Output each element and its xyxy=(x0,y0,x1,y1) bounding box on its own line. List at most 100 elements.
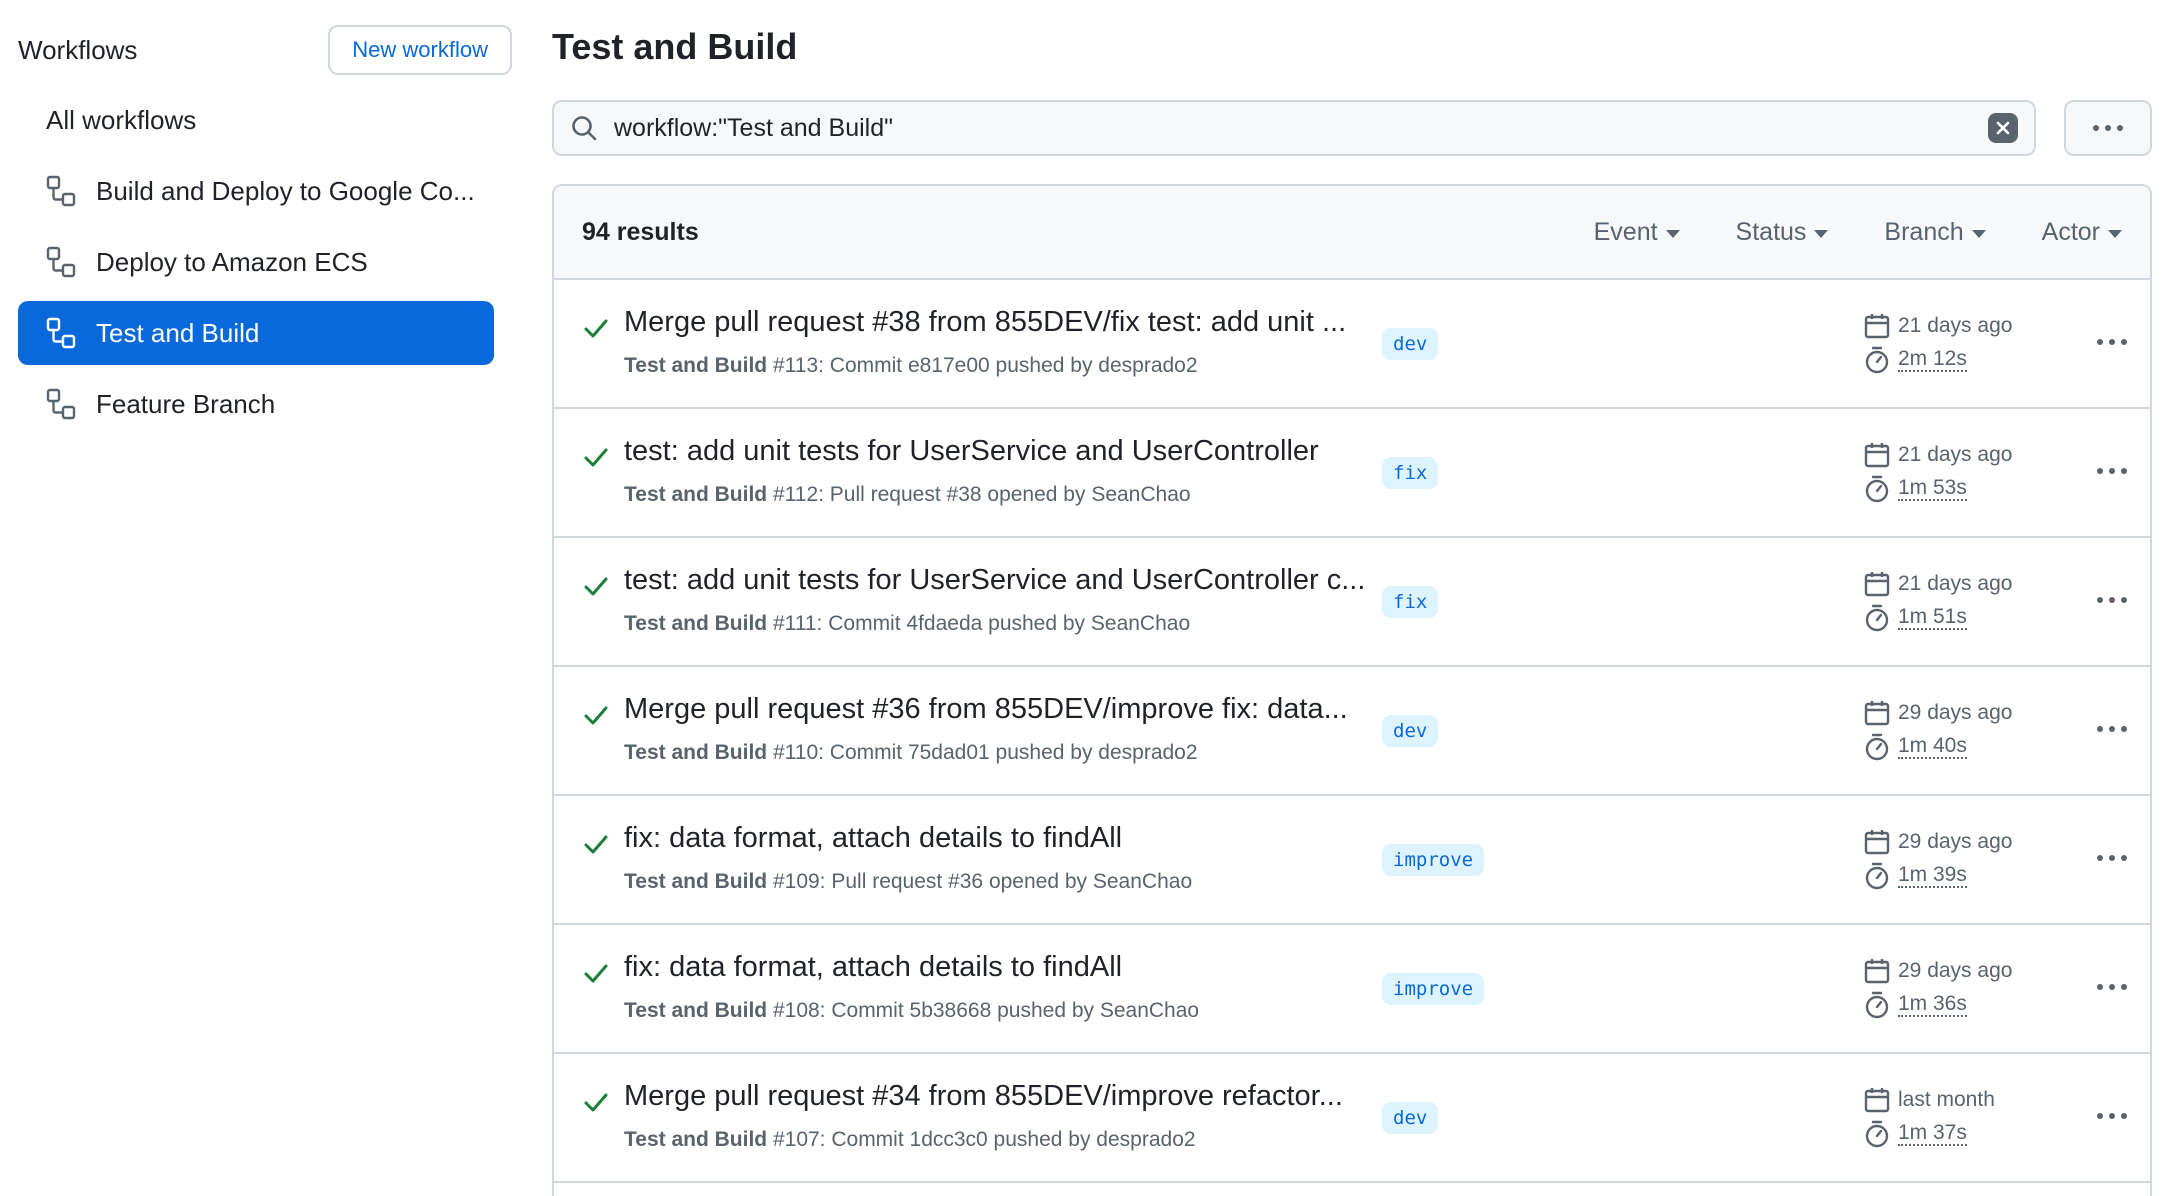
run-title-link[interactable]: Merge pull request #34 from 855DEV/impro… xyxy=(624,1080,1343,1113)
caret-down-icon xyxy=(1814,229,1829,238)
calendar-icon xyxy=(1864,701,1890,726)
run-date-text: 21 days ago xyxy=(1898,572,2013,595)
run-detail: #111: Commit 4fdaeda pushed by SeanChao xyxy=(767,612,1191,635)
clear-search-button[interactable] xyxy=(1988,113,2018,143)
run-date-text: 21 days ago xyxy=(1898,443,2013,466)
workflow-run-row[interactable]: Merge pull request #34 from 855DEV/impro… xyxy=(554,1054,2150,1183)
sidebar-item-label: All workflows xyxy=(46,104,197,135)
workflow-run-row[interactable]: Merge pull request #36 from 855DEV/impro… xyxy=(554,667,2150,796)
sidebar-item-build-deploy-google[interactable]: Build and Deploy to Google Co... xyxy=(18,159,494,223)
branch-label[interactable]: dev xyxy=(1382,328,1439,360)
stopwatch-icon xyxy=(1865,1120,1889,1148)
branch-label[interactable]: dev xyxy=(1382,715,1439,747)
branch-label[interactable]: improve xyxy=(1382,973,1485,1005)
workflow-icon xyxy=(46,175,76,207)
run-date: 29 days ago xyxy=(1864,957,2012,985)
kebab-horizontal-icon[interactable] xyxy=(2094,1104,2130,1128)
run-title-link[interactable]: test: add unit tests for UserService and… xyxy=(624,435,1319,468)
workflow-list: All workflows Build and Deploy to Google… xyxy=(18,88,496,436)
filter-event[interactable]: Event xyxy=(1594,218,1680,247)
workflows-sidebar: Workflows New workflow All workflows Bui… xyxy=(18,24,512,443)
check-icon xyxy=(584,1093,608,1112)
workflow-run-row[interactable]: test: add unit tests for UserService and… xyxy=(554,538,2150,667)
kebab-horizontal-icon xyxy=(2093,125,2123,131)
run-date: 21 days ago xyxy=(1864,570,2012,598)
filter-label: Branch xyxy=(1884,217,1964,246)
run-detail: #107: Commit 1dcc3c0 pushed by desprado2 xyxy=(767,1128,1196,1151)
run-date-text: last month xyxy=(1898,1088,1995,1111)
check-icon xyxy=(584,448,608,467)
kebab-horizontal-icon[interactable] xyxy=(2094,588,2130,612)
workflow-run-row[interactable]: test: add unit tests for UserService and… xyxy=(554,409,2150,538)
workflow-run-row[interactable]: Merge pull request #38 from 855DEV/fix t… xyxy=(554,280,2150,409)
workflow-icon xyxy=(46,246,76,278)
filter-branch[interactable]: Branch xyxy=(1884,217,1986,247)
branch-label[interactable]: fix xyxy=(1382,457,1439,489)
run-date: 21 days ago xyxy=(1864,441,2012,469)
run-date-text: 29 days ago xyxy=(1898,959,2013,982)
run-title-link[interactable]: Merge pull request #36 from 855DEV/impro… xyxy=(624,693,1348,726)
sidebar-item-label: Test and Build xyxy=(96,317,260,348)
sidebar-item-label: Feature Branch xyxy=(96,388,276,419)
filter-label: Status xyxy=(1735,217,1807,246)
run-date: 21 days ago xyxy=(1864,312,2012,340)
run-detail: #112: Pull request #38 opened by SeanCha… xyxy=(767,483,1191,506)
stopwatch-icon xyxy=(1865,346,1889,374)
sidebar-item-feature-branch[interactable]: Feature Branch xyxy=(18,372,494,436)
run-date-text: 29 days ago xyxy=(1898,830,2013,853)
kebab-horizontal-icon[interactable] xyxy=(2094,975,2130,999)
sidebar-item-label: Build and Deploy to Google Co... xyxy=(96,175,475,206)
run-workflow-name: Test and Build xyxy=(624,483,768,506)
caret-down-icon xyxy=(1665,229,1680,238)
sidebar-title: Workflows xyxy=(18,34,138,65)
filter-actor[interactable]: Actor xyxy=(2042,218,2122,247)
run-meta: Test and Build #112: Pull request #38 op… xyxy=(624,483,1191,507)
run-date: last month xyxy=(1864,1086,1995,1114)
run-title-link[interactable]: Merge pull request #38 from 855DEV/fix t… xyxy=(624,306,1346,339)
workflow-run-row[interactable]: fix: data format, attach details to find… xyxy=(554,925,2150,1054)
run-duration: 1m 40s xyxy=(1864,733,1967,761)
search-value: workflow:"Test and Build" xyxy=(614,113,893,142)
run-meta: Test and Build #110: Commit 75dad01 push… xyxy=(624,741,1198,765)
calendar-icon xyxy=(1864,1088,1890,1113)
workflow-run-row[interactable]: fix: data format, attach details to find… xyxy=(554,796,2150,925)
close-icon xyxy=(1996,121,2010,135)
run-duration: 1m 39s xyxy=(1864,862,1967,890)
sidebar-item-all-workflows[interactable]: All workflows xyxy=(18,88,494,152)
filter-label: Event xyxy=(1593,217,1658,246)
run-meta: Test and Build #113: Commit e817e00 push… xyxy=(624,354,1198,378)
stopwatch-icon xyxy=(1865,604,1889,632)
caret-down-icon xyxy=(1971,229,1986,238)
run-detail: #109: Pull request #36 opened by SeanCha… xyxy=(767,870,1193,893)
sidebar-header: Workflows New workflow xyxy=(18,24,512,76)
run-meta: Test and Build #107: Commit 1dcc3c0 push… xyxy=(624,1128,1196,1152)
run-duration-text: 2m 12s xyxy=(1898,347,1967,372)
sidebar-item-test-and-build[interactable]: Test and Build xyxy=(18,301,494,365)
run-title-link[interactable]: test: add unit tests for UserService and… xyxy=(624,564,1364,597)
page-title: Test and Build xyxy=(552,26,798,67)
filter-status[interactable]: Status xyxy=(1736,218,1829,247)
branch-label[interactable]: dev xyxy=(1382,1102,1439,1134)
run-workflow-name: Test and Build xyxy=(624,870,768,893)
run-duration-text: 1m 51s xyxy=(1898,605,1967,630)
results-header: 94 results Event Status Branch Actor xyxy=(554,186,2150,280)
new-workflow-button[interactable]: New workflow xyxy=(328,25,512,75)
search-input[interactable]: workflow:"Test and Build" xyxy=(552,100,2036,156)
kebab-horizontal-icon[interactable] xyxy=(2094,846,2130,870)
run-workflow-name: Test and Build xyxy=(624,741,768,764)
run-workflow-name: Test and Build xyxy=(624,1128,768,1151)
kebab-horizontal-icon[interactable] xyxy=(2094,459,2130,483)
stopwatch-icon xyxy=(1865,991,1889,1019)
run-date-text: 29 days ago xyxy=(1898,701,2013,724)
kebab-horizontal-icon[interactable] xyxy=(2094,330,2130,354)
results-count: 94 results xyxy=(582,217,699,246)
more-options-button[interactable] xyxy=(2064,100,2152,156)
branch-label[interactable]: improve xyxy=(1382,844,1485,876)
run-title-link[interactable]: fix: data format, attach details to find… xyxy=(624,951,1122,984)
check-icon xyxy=(584,964,608,983)
kebab-horizontal-icon[interactable] xyxy=(2094,717,2130,741)
check-icon xyxy=(584,319,608,338)
run-title-link[interactable]: fix: data format, attach details to find… xyxy=(624,822,1122,855)
sidebar-item-deploy-amazon-ecs[interactable]: Deploy to Amazon ECS xyxy=(18,230,494,294)
branch-label[interactable]: fix xyxy=(1382,586,1439,618)
